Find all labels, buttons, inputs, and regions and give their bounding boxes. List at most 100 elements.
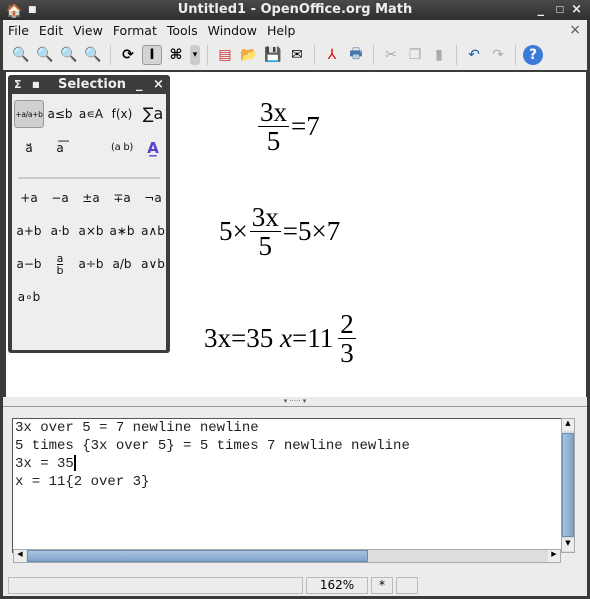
close-button[interactable]: ×: [571, 0, 582, 20]
menu-edit[interactable]: Edit: [34, 23, 68, 38]
separator: [110, 45, 111, 65]
email-icon[interactable]: ✉: [287, 45, 307, 65]
zoom-out-icon[interactable]: 🔍: [35, 45, 55, 65]
scroll-right-button[interactable]: ▶: [548, 550, 560, 562]
command-line: 5 times {3x over 5} = 5 times 7 newline …: [15, 438, 410, 454]
operator-13[interactable]: a/b: [107, 250, 137, 278]
pdf-icon[interactable]: ⅄: [322, 45, 342, 65]
operators-category[interactable]: ∑a: [138, 100, 168, 128]
show-all-icon[interactable]: 🔍: [59, 45, 79, 65]
panel-title: Selection: [58, 77, 127, 92]
operator-7[interactable]: a×b: [76, 217, 106, 245]
operator-9[interactable]: a∧b: [138, 217, 168, 245]
help-icon[interactable]: ?: [523, 45, 543, 65]
operator-4[interactable]: ¬a: [138, 184, 168, 212]
menu-help[interactable]: Help: [262, 23, 301, 38]
formats-category[interactable]: A̲: [138, 134, 168, 162]
operator-5[interactable]: a+b: [14, 217, 44, 245]
brackets-category[interactable]: (a b): [107, 134, 137, 162]
commands-editor[interactable]: 3x over 5 = 7 newline newline 5 times {3…: [12, 418, 575, 553]
attributes-category[interactable]: a⃗: [14, 134, 44, 162]
menu-bar: File Edit View Format Tools Window Help …: [3, 20, 587, 40]
operator-11[interactable]: ab: [45, 250, 75, 278]
maximize-button[interactable]: □: [555, 0, 564, 20]
zoom-level[interactable]: 162%: [306, 577, 368, 594]
zoom-in-icon[interactable]: 🔍: [11, 45, 31, 65]
operator-10[interactable]: a−b: [14, 250, 44, 278]
operator-15[interactable]: a∘b: [14, 283, 44, 311]
window-title: Untitled1 - OpenOffice.org Math: [177, 2, 413, 17]
operator-8[interactable]: a∗b: [107, 217, 137, 245]
close-document-button[interactable]: ×: [569, 22, 581, 38]
symbols-icon[interactable]: ⌘: [166, 45, 186, 65]
separator: [456, 45, 457, 65]
zoom-icon[interactable]: 🔍: [83, 45, 103, 65]
denominator: 3: [340, 338, 354, 368]
panel-menu-icon[interactable]: ■: [32, 75, 40, 94]
set-operations-category[interactable]: a∊A: [76, 100, 106, 128]
app-icon: 🏠: [6, 4, 23, 19]
operator-3[interactable]: ∓a: [107, 184, 137, 212]
command-line: 3x over 5 = 7 newline newline: [15, 420, 259, 436]
operator-12[interactable]: a÷b: [76, 250, 106, 278]
splitter[interactable]: ▾ ····· ▾: [3, 397, 587, 407]
text-cursor: [73, 455, 76, 471]
vertical-scrollbar[interactable]: ▲ ▼: [561, 418, 575, 553]
menu-file[interactable]: File: [3, 23, 34, 38]
others-category[interactable]: a͞: [45, 134, 75, 162]
unary-binary-category[interactable]: +a/a+b: [14, 100, 44, 128]
vertical-scroll-thumb[interactable]: [562, 433, 574, 537]
save-icon[interactable]: 💾: [263, 45, 283, 65]
title-bar: 🏠 ■ Untitled1 - OpenOffice.org Math _ □ …: [0, 0, 590, 20]
separator: [373, 45, 374, 65]
scroll-down-button[interactable]: ▼: [562, 539, 574, 551]
operator-0[interactable]: +a: [14, 184, 44, 212]
modified-indicator: *: [371, 577, 393, 594]
divider: [18, 177, 160, 179]
paste-icon[interactable]: ▮: [429, 45, 449, 65]
relations-category[interactable]: a≤b: [45, 100, 75, 128]
panel-minimize-button[interactable]: _: [136, 75, 143, 94]
numerator: 3x: [249, 202, 281, 232]
toolbar: 🔍 🔍 🔍 🔍 ⟳ I ⌘ ▾ ▤ 📂 💾 ✉ ⅄ 🖶 ✂ ❐ ▮ ↶ ↷ ?: [3, 40, 587, 70]
menu-tools[interactable]: Tools: [162, 23, 203, 38]
panel-icon: Σ: [14, 78, 22, 91]
horizontal-scroll-thumb[interactable]: [27, 550, 368, 562]
minimize-button[interactable]: _: [538, 0, 545, 20]
status-extra: [396, 577, 418, 594]
operator-2[interactable]: ±a: [76, 184, 106, 212]
menu-view[interactable]: View: [68, 23, 108, 38]
menu-format[interactable]: Format: [108, 23, 162, 38]
copy-icon[interactable]: ❐: [405, 45, 425, 65]
formula-rest: =11: [291, 323, 334, 353]
formula-2: 5× 3x 5 =5×7: [219, 203, 340, 260]
operator-6[interactable]: a·b: [45, 217, 75, 245]
update-icon[interactable]: ⟳: [118, 45, 138, 65]
redo-icon[interactable]: ↷: [488, 45, 508, 65]
denominator: 5: [258, 231, 272, 261]
formula-pre: 5×: [219, 216, 248, 246]
formula-3: 3x=35 x =11 23: [204, 310, 358, 367]
functions-category[interactable]: f(x): [107, 100, 137, 128]
menu-window[interactable]: Window: [203, 23, 262, 38]
scroll-left-button[interactable]: ◀: [14, 550, 26, 562]
operator-14[interactable]: a∨b: [138, 250, 168, 278]
formula-pre: 3x=35: [204, 323, 274, 353]
operator-1[interactable]: −a: [45, 184, 75, 212]
cut-icon[interactable]: ✂: [381, 45, 401, 65]
window-menu-icon[interactable]: ■: [28, 0, 37, 20]
selection-header[interactable]: Σ ■ Selection _ ×: [8, 75, 170, 94]
panel-close-button[interactable]: ×: [153, 75, 164, 94]
print-icon[interactable]: 🖶: [346, 45, 366, 65]
toolbar-overflow-icon[interactable]: ▾: [190, 45, 200, 65]
formula-cursor-icon[interactable]: I: [142, 45, 162, 65]
horizontal-scrollbar[interactable]: ◀ ▶: [13, 549, 561, 563]
numerator: 3x: [258, 97, 289, 127]
open-icon[interactable]: 📂: [239, 45, 259, 65]
selection-panel: Σ ■ Selection _ × +a/a+b a≤b a∊A f(x) ∑a a⃗ a͞…: [8, 75, 170, 353]
scroll-up-button[interactable]: ▲: [562, 419, 574, 431]
selection-body: +a/a+b a≤b a∊A f(x) ∑a a⃗ a͞ (a b) A̲ +a −a ±a ∓a ¬a a…: [12, 94, 166, 350]
undo-icon[interactable]: ↶: [464, 45, 484, 65]
status-bar: 162% *: [3, 575, 587, 596]
new-icon[interactable]: ▤: [215, 45, 235, 65]
